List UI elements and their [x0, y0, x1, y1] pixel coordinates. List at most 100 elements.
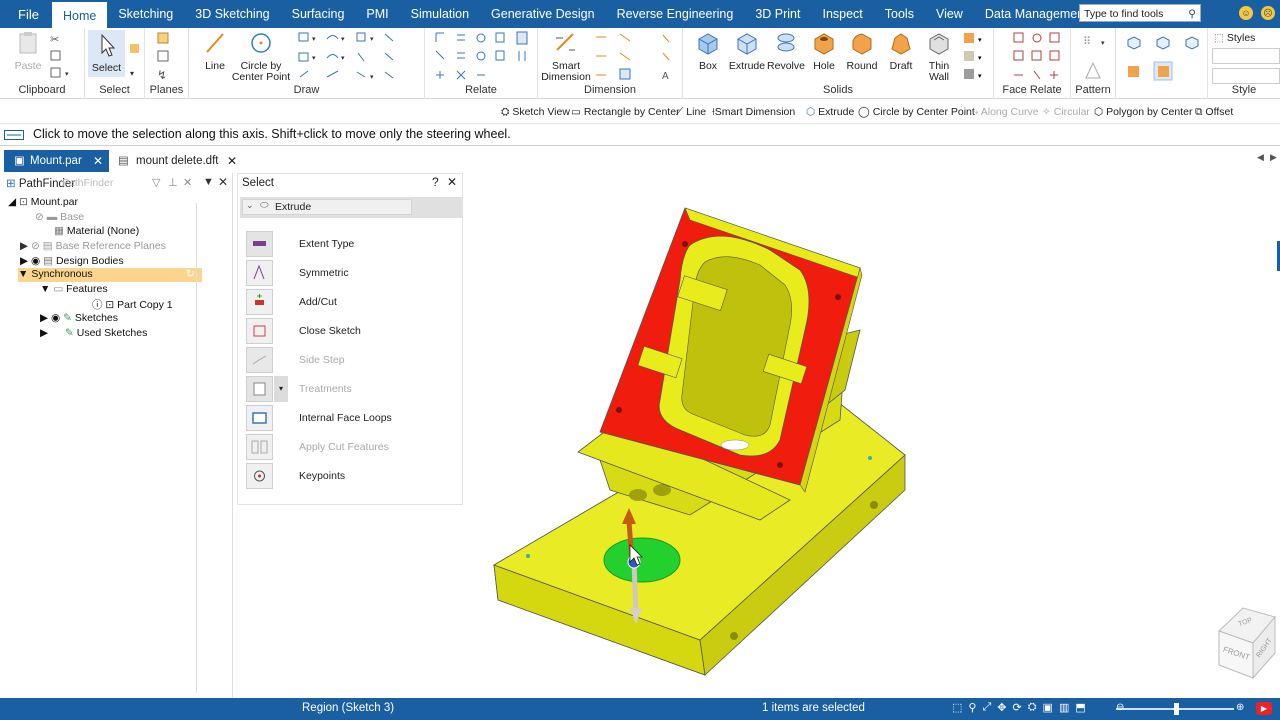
apply-cut-features-command[interactable]: Apply Cut Features — [246, 434, 456, 460]
relate-tools[interactable] — [433, 31, 533, 83]
pin-icon[interactable]: ⊥ — [168, 176, 178, 189]
extrude-button[interactable]: Extrude — [728, 30, 766, 72]
smart-dimension-button[interactable]: Smart Dimension — [540, 30, 592, 83]
box-button[interactable]: Box — [689, 30, 727, 72]
tree-item-features[interactable]: ▼ ▭ Features — [40, 283, 108, 295]
tab-simulation[interactable]: Simulation — [400, 0, 480, 28]
smart-dimension-quick-button[interactable]: ⟊Smart Dimension — [712, 106, 795, 119]
pattern-icons[interactable]: ⠿ ▾ — [1081, 33, 1111, 81]
sketch-view-button[interactable]: ⛭ Sketch View — [501, 106, 570, 119]
tab-scroll-left-icon[interactable]: ◀ — [1257, 152, 1264, 163]
smiley-icon[interactable]: ☺ — [1239, 6, 1253, 20]
select-button[interactable]: Select — [88, 30, 125, 77]
tab-3d-print[interactable]: 3D Print — [744, 0, 811, 28]
tree-item-material[interactable]: ▦ Material (None) — [54, 225, 139, 237]
tab-view[interactable]: View — [925, 0, 974, 28]
doc-tab-mount-par[interactable]: ▣ Mount.par ✕ — [4, 150, 109, 172]
circle-center-button[interactable]: Circle by Center Point — [229, 30, 293, 83]
tab-pmi[interactable]: PMI — [355, 0, 399, 28]
close-icon[interactable]: ✕ — [93, 150, 103, 172]
chevron-down-icon[interactable]: ▾ — [274, 376, 288, 402]
view-style-icons[interactable] — [1124, 34, 1204, 84]
extrude-quick-button[interactable]: ⬡ Extrude — [806, 106, 854, 118]
tab-tools[interactable]: Tools — [874, 0, 925, 28]
zoom-in-icon[interactable]: ⊕ — [1236, 702, 1244, 713]
zoom-out-icon[interactable]: ⊖ — [1116, 702, 1124, 713]
tree-item-used-sketches[interactable]: ▶ ✎ Used Sketches — [40, 327, 147, 339]
zoom-slider-thumb[interactable] — [1174, 703, 1179, 715]
part-model[interactable] — [463, 173, 1280, 698]
eye-icon[interactable]: ◉ — [31, 255, 40, 267]
thin-wall-button[interactable]: Thin Wall — [921, 30, 957, 83]
hidden-eye-icon[interactable]: ⊘ — [35, 211, 44, 223]
tree-item-synchronous[interactable]: ▼ Synchronous ↻ — [18, 268, 202, 282]
tree-item-design-bodies[interactable]: ▶ ◉ ▤ Design Bodies — [20, 255, 124, 267]
draw-small-tools[interactable]: ▾ ▾ ▾ ▾ ▾ ▾ — [297, 31, 422, 83]
select-extra-icons[interactable]: ▾ — [128, 42, 142, 82]
help-icon[interactable]: ? — [432, 175, 439, 189]
display-style-icon[interactable]: ▥ — [1059, 701, 1069, 714]
plane-icons[interactable]: ↯ — [155, 31, 179, 83]
close-icon[interactable]: ✕ — [447, 175, 457, 189]
close-icon[interactable]: ✕ — [227, 150, 237, 172]
tree-item-base[interactable]: ⊘ ▬ Base — [35, 211, 84, 223]
tree-item-sketches[interactable]: ▶ ◉ ✎ Sketches — [40, 312, 118, 324]
sketch-view-icon[interactable]: ⛭ — [1028, 701, 1037, 714]
round-button[interactable]: Round — [843, 30, 881, 72]
side-step-command[interactable]: Side Step — [246, 347, 456, 373]
shaded-icon[interactable]: ▣ — [1043, 701, 1053, 714]
hidden-eye-icon[interactable]: ⊘ — [31, 240, 40, 252]
expand-arrow-icon[interactable]: ▶ — [20, 240, 28, 252]
polygon-center-button[interactable]: ⬡ Polygon by Center — [1094, 106, 1192, 118]
tab-home[interactable]: Home — [52, 0, 108, 28]
close-sketch-command[interactable]: Close Sketch — [246, 318, 456, 344]
circle-quick-button[interactable]: ◯ Circle by Center Point — [858, 106, 975, 118]
styles-dropdown[interactable]: ⬚ Styles — [1214, 32, 1255, 44]
extrude-section-header[interactable]: ⌄ ⬭ Extrude — [240, 197, 462, 218]
revolve-button[interactable]: Revolve — [767, 30, 805, 72]
expand-arrow-icon[interactable]: ▶ — [40, 327, 48, 339]
rectangle-center-button[interactable]: ▭ Rectangle by Center — [571, 106, 680, 118]
tab-sketching[interactable]: Sketching — [107, 0, 184, 28]
tab-surfacing[interactable]: Surfacing — [281, 0, 356, 28]
tab-scroll-right-icon[interactable]: ▶ — [1270, 152, 1277, 163]
view-cube[interactable]: TOP FRONT RIGHT — [1213, 603, 1280, 698]
solids-extra-icons[interactable]: ▾ ▾ ▾ — [962, 31, 992, 83]
zoom-icon[interactable]: ⚲ — [968, 701, 976, 714]
offset-button[interactable]: ⧉ Offset — [1195, 106, 1233, 119]
collapse-arrow-icon[interactable]: ▼ — [18, 268, 28, 280]
search-tools-input[interactable]: Type to find tools ⚲ — [1079, 4, 1201, 22]
view-orient-icon[interactable]: ⬒ — [1075, 701, 1085, 714]
add-cut-command[interactable]: Add/Cut — [246, 289, 456, 315]
along-curve-button[interactable]: ⤳ Along Curve — [970, 106, 1039, 119]
line-quick-button[interactable]: ⟋ Line — [676, 106, 706, 119]
expand-arrow-icon[interactable]: ▶ — [20, 255, 28, 267]
tab-3d-sketching[interactable]: 3D Sketching — [184, 0, 280, 28]
tree-item-mount-par[interactable]: ◢ ⊡ Mount.par — [8, 196, 78, 208]
style-combo-2[interactable] — [1212, 68, 1280, 84]
dimension-small-tools[interactable]: A — [593, 31, 681, 83]
pathfinder-menu-icon[interactable]: ▼ — [203, 176, 214, 188]
internal-face-loops-command[interactable]: Internal Face Loops — [246, 405, 456, 431]
frown-icon[interactable]: ☹ — [1261, 6, 1275, 20]
hole-button[interactable]: Hole — [806, 30, 842, 72]
collapse-arrow-icon[interactable]: ▼ — [40, 283, 50, 295]
clipboard-small-icons[interactable]: ✂▾ — [48, 31, 78, 81]
filter-icon[interactable]: ▽ — [152, 176, 160, 189]
prompt-keyboard-icon[interactable] — [4, 130, 24, 140]
collapse-arrow-icon[interactable]: ◢ — [8, 196, 16, 208]
tab-reverse-engineering[interactable]: Reverse Engineering — [606, 0, 745, 28]
zoom-area-icon[interactable]: ⬚ — [952, 701, 962, 714]
circular-button[interactable]: ✧ Circular — [1042, 106, 1090, 118]
tab-generative-design[interactable]: Generative Design — [480, 0, 606, 28]
paste-button[interactable]: Paste — [12, 30, 44, 72]
file-menu[interactable]: File — [0, 7, 52, 22]
close-icon[interactable]: ✕ — [183, 176, 192, 189]
extent-type-command[interactable]: Extent Type — [246, 231, 456, 257]
tree-item-reference-planes[interactable]: ▶ ⊘ ▤ Base Reference Planes — [20, 240, 166, 252]
rotate-icon[interactable]: ⟳ — [1013, 701, 1022, 714]
treatments-command[interactable]: ▾ Treatments — [246, 376, 456, 402]
tab-inspect[interactable]: Inspect — [811, 0, 873, 28]
style-combo[interactable] — [1212, 48, 1280, 64]
tree-item-part-copy[interactable]: ⓘ ⊡ Part Copy 1 — [92, 297, 173, 312]
